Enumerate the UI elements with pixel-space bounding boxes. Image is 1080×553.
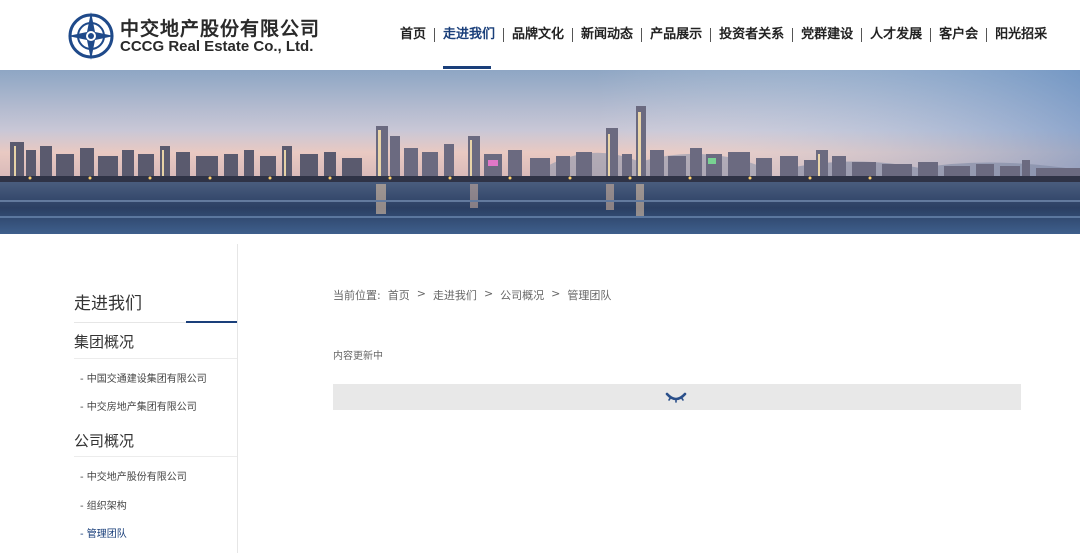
sidebar-item-label: 中交地产股份有限公司 [86, 472, 187, 483]
content-update-notice: 内容更新中 [333, 351, 383, 362]
company-logo[interactable]: 中交地产股份有限公司 CCCG Real Estate Co., Ltd. [66, 10, 326, 62]
breadcrumb-home[interactable]: 首页 [388, 287, 410, 303]
nav-talent[interactable]: 人才发展 [862, 25, 930, 45]
nav-home[interactable]: 首页 [392, 25, 434, 45]
nav-active-indicator [443, 66, 491, 69]
spinner-icon [665, 392, 687, 403]
sidebar-group-group-overview[interactable]: 集团概况 [74, 331, 134, 352]
site-header: 中交地产股份有限公司 CCCG Real Estate Co., Ltd. 首页… [0, 0, 1080, 70]
breadcrumb-prefix: 当前位置: [333, 289, 381, 302]
city-skyline-image [0, 70, 1080, 234]
breadcrumb: 当前位置: 首页 > 走进我们 > 公司概况 > 管理团队 [333, 287, 611, 303]
sidebar-title-accent [186, 321, 237, 323]
sidebar-divider [237, 244, 238, 553]
nav-investor-relations[interactable]: 投资者关系 [711, 25, 792, 45]
sidebar-item-label: 组织架构 [86, 501, 127, 512]
breadcrumb-separator: > [551, 287, 561, 300]
nav-news[interactable]: 新闻动态 [573, 25, 641, 45]
hero-banner [0, 70, 1080, 234]
sidebar-item-cccg-real-estate-co[interactable]: - 中交地产股份有限公司 [80, 468, 187, 483]
breadcrumb-separator: > [416, 287, 426, 300]
sidebar-item-cccg-real-estate-group[interactable]: - 中交房地产集团有限公司 [80, 398, 197, 413]
sidebar-item-label: 中国交通建设集团有限公司 [86, 374, 207, 385]
breadcrumb-separator: > [483, 287, 494, 300]
nav-procurement[interactable]: 阳光招采 [987, 25, 1055, 45]
sidebar-item-org-structure[interactable]: - 组织架构 [80, 497, 127, 512]
logo-chinese-name: 中交地产股份有限公司 [120, 18, 321, 40]
sidebar-item-label: 中交房地产集团有限公司 [86, 402, 197, 413]
sidebar-item-management-team[interactable]: - 管理团队 [80, 525, 127, 540]
nav-about-us[interactable]: 走进我们 [435, 25, 503, 45]
main-navigation: 首页 走进我们 品牌文化 新闻动态 产品展示 投资者关系 党群建设 人才发展 客… [392, 24, 1055, 46]
nav-products[interactable]: 产品展示 [642, 25, 710, 45]
sidebar-group-company-overview[interactable]: 公司概况 [74, 430, 134, 451]
sidebar-item-label: 管理团队 [86, 529, 127, 540]
sidebar-group-divider [74, 358, 237, 359]
breadcrumb-about-us[interactable]: 走进我们 [433, 287, 477, 303]
sidebar-item-cccc[interactable]: - 中国交通建设集团有限公司 [80, 370, 207, 385]
sidebar-title: 走进我们 [74, 294, 142, 314]
breadcrumb-management-team[interactable]: 管理团队 [567, 287, 611, 303]
logo-english-name: CCCG Real Estate Co., Ltd. [120, 38, 314, 55]
nav-party-building[interactable]: 党群建设 [793, 25, 861, 45]
breadcrumb-company-overview[interactable]: 公司概况 [500, 287, 544, 303]
nav-customer-club[interactable]: 客户会 [931, 25, 986, 45]
sidebar-group-divider [74, 456, 237, 457]
nav-brand-culture[interactable]: 品牌文化 [504, 25, 572, 45]
cccg-logo-icon [68, 12, 114, 60]
